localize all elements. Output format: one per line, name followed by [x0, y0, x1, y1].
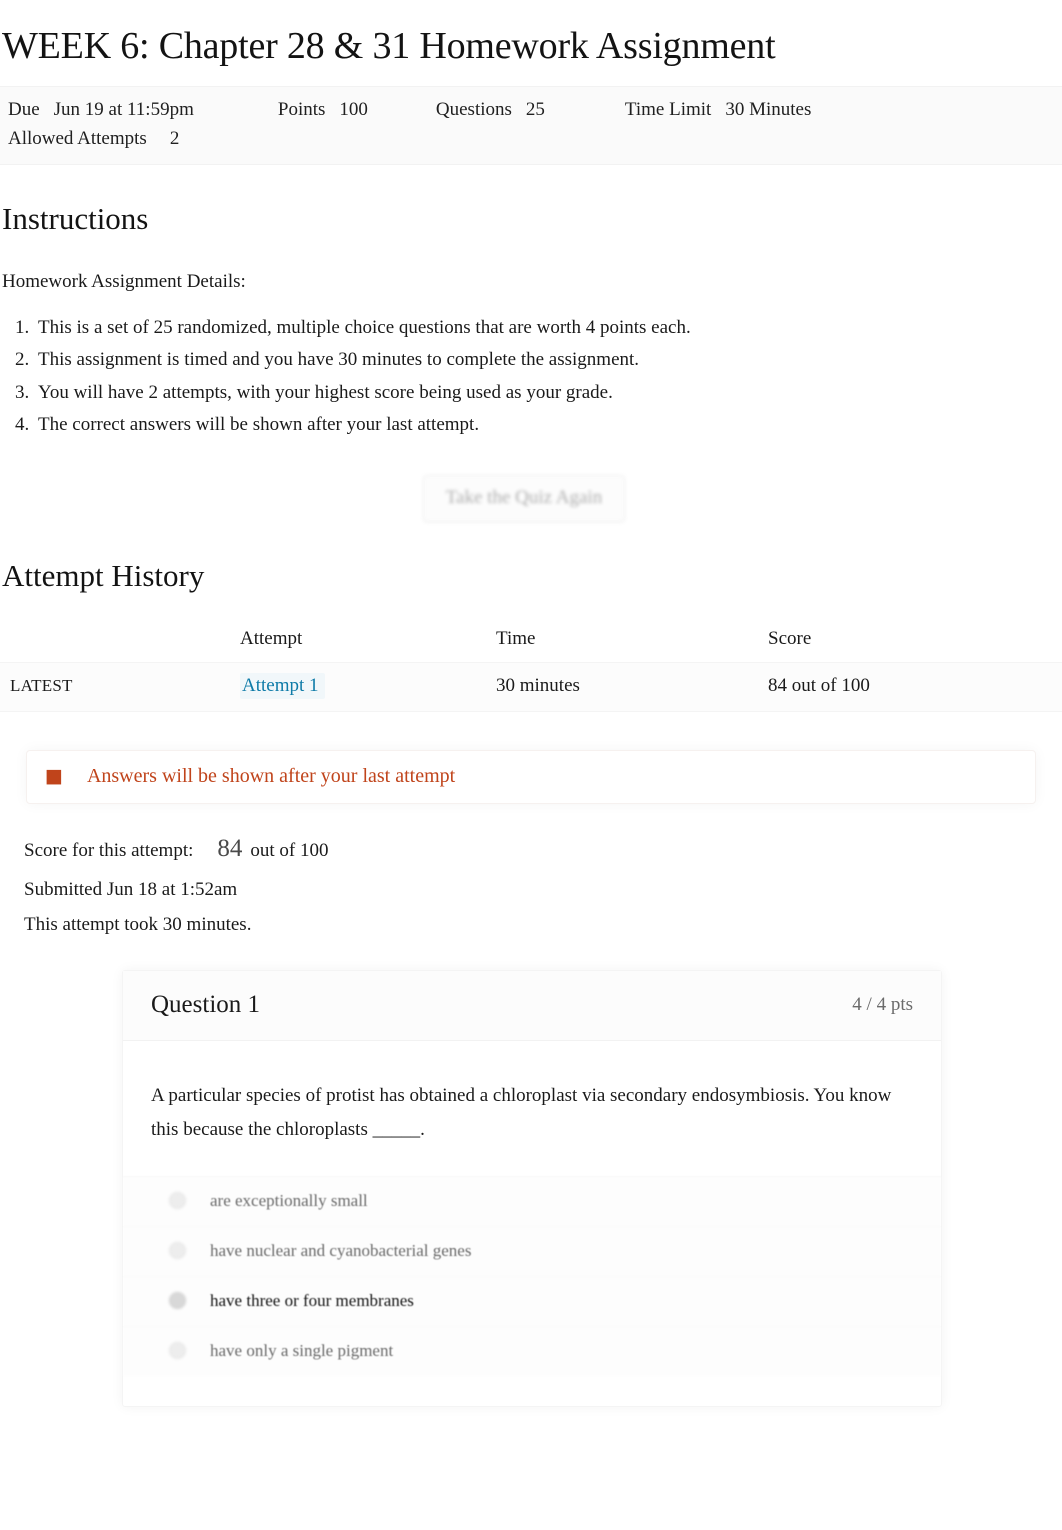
table-header-row: Attempt Time Score: [0, 622, 1062, 663]
meta-due: Due Jun 19 at 11:59pm: [8, 95, 194, 124]
column-header-attempt: Attempt: [240, 627, 303, 649]
meta-time-limit: Time Limit 30 Minutes: [625, 95, 811, 124]
score-suffix: out of 100: [250, 839, 329, 861]
questions-value: 25: [525, 98, 545, 120]
attempt-summary: Score for this attempt: 84 out of 100 Su…: [0, 826, 1062, 943]
list-item: This assignment is timed and you have 30…: [34, 344, 1062, 376]
answer-label: have only a single pigment: [210, 1340, 394, 1360]
points-value: 100: [339, 98, 368, 120]
warning-icon: ■: [45, 764, 63, 787]
quiz-meta-row-2: Allowed Attempts 2: [0, 124, 1062, 153]
questions-label: Questions: [435, 98, 512, 120]
column-header-score: Score: [768, 627, 812, 649]
column-header-time: Time: [496, 627, 536, 649]
cell-kept: LATEST: [0, 661, 240, 712]
time-limit-label: Time Limit: [624, 98, 712, 120]
answer-label: have nuclear and cyanobacterial genes: [210, 1240, 472, 1260]
question-card: Question 1 4 / 4 pts A particular specie…: [122, 970, 942, 1407]
instructions-heading: Instructions: [2, 200, 149, 236]
allowed-attempts-value: 2: [169, 128, 180, 150]
answer-option[interactable]: are exceptionally small: [123, 1175, 941, 1226]
attempt-history-heading: Attempt History: [2, 558, 205, 594]
answer-options: are exceptionally small have nuclear and…: [123, 1175, 941, 1406]
list-item: The correct answers will be shown after …: [34, 409, 1062, 441]
question-points: 4 / 4 pts: [852, 994, 913, 1016]
submitted-text: Submitted Jun 18 at 1:52am: [24, 878, 238, 900]
due-label: Due: [8, 98, 40, 120]
list-item: You will have 2 attempts, with your high…: [34, 377, 1062, 409]
page-title: WEEK 6: Chapter 28 & 31 Homework Assignm…: [2, 25, 776, 67]
answer-label: are exceptionally small: [210, 1190, 368, 1210]
column-header-kept: [0, 622, 240, 663]
table-head: Attempt Time Score: [0, 622, 1062, 663]
answers-shown-alert: ■ Answers will be shown after your last …: [26, 749, 1036, 804]
question-name: Question 1: [151, 991, 261, 1019]
list-item: This is a set of 25 randomized, multiple…: [34, 312, 1062, 344]
answer-option[interactable]: have nuclear and cyanobacterial genes: [123, 1225, 941, 1276]
meta-points: Points 100: [278, 95, 368, 124]
allowed-attempts-label: Allowed Attempts: [8, 128, 147, 150]
cell-attempt: Attempt 1: [240, 661, 496, 712]
radio-button-icon[interactable]: [169, 1342, 186, 1360]
due-value: Jun 19 at 11:59pm: [53, 98, 194, 120]
radio-button-selected-icon[interactable]: [169, 1292, 186, 1310]
answer-option[interactable]: have only a single pigment: [123, 1325, 941, 1376]
latest-badge: LATEST: [10, 675, 73, 695]
score-for-attempt-row: Score for this attempt: 84 out of 100: [24, 826, 1062, 872]
answer-label: have three or four membranes: [210, 1290, 414, 1310]
attempt-history-table: Attempt Time Score LATEST Attempt 1 30 m…: [0, 622, 1062, 712]
alert-message: Answers will be shown after your last at…: [86, 764, 456, 787]
points-label: Points: [277, 98, 326, 120]
radio-button-icon[interactable]: [169, 1242, 186, 1260]
cell-time: 30 minutes: [496, 661, 768, 712]
answer-option-selected[interactable]: have three or four membranes: [123, 1275, 941, 1326]
table-row: LATEST Attempt 1 30 minutes 84 out of 10…: [0, 661, 1062, 712]
score-value: 84: [217, 834, 243, 862]
question-text: A particular species of protist has obta…: [151, 1085, 892, 1140]
take-quiz-again-container: Take the Quiz Again: [0, 475, 1062, 523]
time-limit-value: 30 Minutes: [725, 98, 812, 120]
instructions-list: This is a set of 25 randomized, multiple…: [0, 312, 1062, 441]
question-header: Question 1 4 / 4 pts: [123, 971, 941, 1042]
take-quiz-again-button[interactable]: Take the Quiz Again: [422, 475, 626, 523]
radio-button-icon[interactable]: [169, 1192, 186, 1210]
attempt-1-link[interactable]: Attempt 1: [240, 672, 325, 699]
duration-text: This attempt took 30 minutes.: [24, 914, 252, 936]
instructions-lead: Homework Assignment Details:: [2, 271, 246, 293]
cell-score: 84 out of 100: [768, 661, 1062, 712]
meta-questions: Questions 25: [436, 95, 545, 124]
score-label: Score for this attempt:: [24, 839, 194, 861]
table-body: LATEST Attempt 1 30 minutes 84 out of 10…: [0, 661, 1062, 712]
meta-allowed-attempts: Allowed Attempts 2: [8, 124, 179, 153]
quiz-meta-row-1: Due Jun 19 at 11:59pm Points 100 Questio…: [0, 95, 1062, 124]
quiz-meta-header: Due Jun 19 at 11:59pm Points 100 Questio…: [0, 85, 1062, 165]
